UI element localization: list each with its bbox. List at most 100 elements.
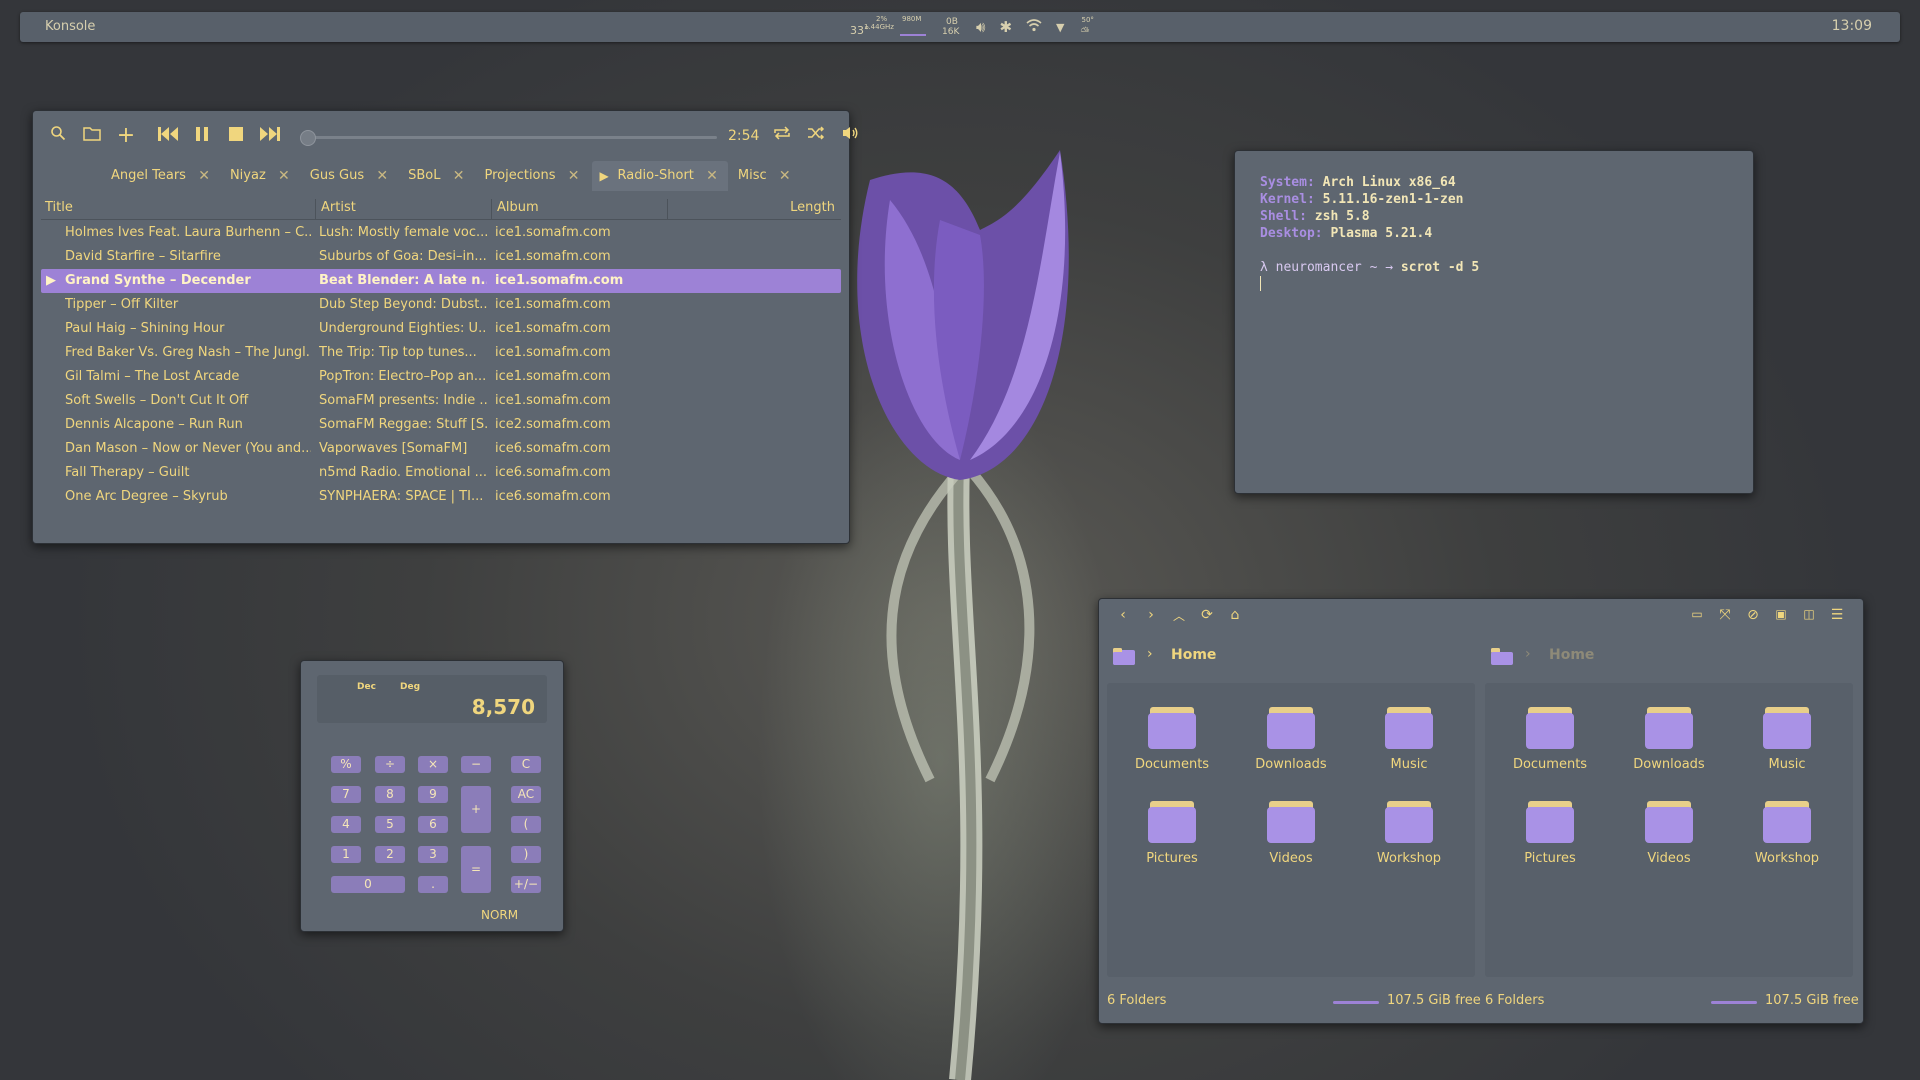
folder-workshop[interactable]: Workshop (1732, 791, 1842, 871)
column-header-album[interactable]: Album (497, 200, 539, 215)
folder-videos[interactable]: Videos (1236, 791, 1346, 871)
tab-projections[interactable]: Projections ✕ (476, 161, 589, 191)
notation-mode[interactable]: NORM (481, 908, 518, 922)
table-row[interactable]: Soft Swells – Don't Cut It Off SomaFM pre… (41, 389, 841, 413)
close-icon[interactable]: ✕ (278, 161, 290, 191)
home-icon[interactable]: ⌂ (1225, 607, 1245, 623)
add-icon[interactable]: + (115, 125, 137, 147)
table-row[interactable]: Holmes Ives Feat. Laura Burhenn – C... Lu… (41, 221, 841, 245)
up-icon[interactable]: ︿ (1169, 607, 1189, 624)
column-divider[interactable] (491, 199, 492, 219)
breadcrumb-home[interactable]: Home (1171, 647, 1216, 663)
open-folder-icon[interactable] (81, 125, 103, 147)
network-widget[interactable]: 0B 16K (942, 14, 962, 40)
add-button[interactable]: + (461, 786, 491, 833)
active-window-title[interactable]: Konsole (45, 19, 95, 34)
table-row[interactable]: Fall Therapy – Guilt n5md Radio. Emotiona… (41, 461, 841, 485)
multiply-button[interactable]: × (418, 756, 448, 773)
table-row[interactable]: Gil Talmi – The Lost Arcade PopTron: Elec… (41, 365, 841, 389)
digit-9-button[interactable]: 9 (418, 786, 448, 803)
close-icon[interactable]: ✕ (706, 161, 718, 191)
table-row[interactable]: David Starfire – Sitarfire Suburbs of Goa… (41, 245, 841, 269)
folder-documents[interactable]: Documents (1117, 697, 1227, 777)
all-clear-button[interactable]: AC (511, 786, 541, 803)
digit-2-button[interactable]: 2 (375, 846, 405, 863)
digit-7-button[interactable]: 7 (331, 786, 361, 803)
table-row[interactable]: Dan Mason – Now or Never (You and... Vapo… (41, 437, 841, 461)
close-icon[interactable]: ✕ (453, 161, 465, 191)
negate-button[interactable]: +/− (511, 876, 541, 893)
digit-1-button[interactable]: 1 (331, 846, 361, 863)
stop-icon[interactable] (225, 125, 247, 147)
digit-4-button[interactable]: 4 (331, 816, 361, 833)
hidden-files-icon[interactable]: ⊘ (1743, 607, 1763, 623)
tab-gus-gus[interactable]: Gus Gus ✕ (302, 161, 398, 191)
split-view-icon[interactable]: ◫ (1799, 607, 1819, 621)
volume-icon[interactable]: 🔊︎ (976, 18, 985, 36)
decimal-button[interactable]: . (418, 876, 448, 893)
column-header-length[interactable]: Length (790, 200, 835, 215)
breadcrumb-home[interactable]: Home (1549, 647, 1594, 663)
close-icon[interactable]: ✕ (779, 161, 791, 191)
folder-music[interactable]: Music (1354, 697, 1464, 777)
folder-downloads[interactable]: Downloads (1614, 697, 1724, 777)
hamburger-menu-icon[interactable]: ☰ (1827, 607, 1847, 623)
clear-button[interactable]: C (511, 756, 541, 773)
reload-icon[interactable]: ⟳ (1197, 607, 1217, 623)
search-icon[interactable] (47, 125, 69, 147)
table-row[interactable]: One Arc Degree – Skyrub SYNPHAERA: SPACE … (41, 485, 841, 509)
divide-button[interactable]: ÷ (375, 756, 405, 773)
fullscreen-icon[interactable]: ⤧ (1715, 607, 1735, 623)
clock[interactable]: 13:09 (1832, 18, 1872, 34)
folder-downloads[interactable]: Downloads (1236, 697, 1346, 777)
table-row[interactable]: Tipper – Off Kilter Dub Step Beyond: Dubs… (41, 293, 841, 317)
tab-radio-short[interactable]: ▶ Radio-Short ✕ (591, 161, 728, 191)
column-header-title[interactable]: Title (45, 200, 73, 215)
weather-widget[interactable]: 50° ⛅︎ (1079, 14, 1099, 40)
previous-track-icon[interactable] (157, 125, 179, 147)
next-track-icon[interactable] (259, 125, 281, 147)
wifi-icon[interactable] (1026, 18, 1042, 36)
shuffle-icon[interactable] (805, 125, 827, 147)
folder-music[interactable]: Music (1732, 697, 1842, 777)
pause-icon[interactable] (191, 125, 213, 147)
back-icon[interactable]: ‹ (1113, 607, 1133, 623)
table-row[interactable]: Fred Baker Vs. Greg Nash – The Jungl... T… (41, 341, 841, 365)
left-pane[interactable]: Documents Downloads Music Pictures Video… (1107, 683, 1475, 977)
column-divider[interactable] (667, 199, 668, 219)
digit-8-button[interactable]: 8 (375, 786, 405, 803)
digit-3-button[interactable]: 3 (418, 846, 448, 863)
input-line[interactable] (1260, 276, 1479, 296)
close-icon[interactable]: ✕ (568, 161, 580, 191)
percent-button[interactable]: % (331, 756, 361, 773)
new-folder-icon[interactable]: ▭ (1687, 607, 1707, 621)
folder-workshop[interactable]: Workshop (1354, 791, 1464, 871)
preview-icon[interactable]: ▣ (1771, 607, 1791, 621)
digit-5-button[interactable]: 5 (375, 816, 405, 833)
seek-slider-track[interactable] (305, 136, 717, 139)
repeat-icon[interactable] (771, 125, 793, 147)
terminal-window[interactable]: System: Arch Linux x86_64 Kernel: 5.11.1… (1234, 150, 1754, 494)
table-row[interactable]: Paul Haig – Shining Hour Underground Eigh… (41, 317, 841, 341)
folder-pictures[interactable]: Pictures (1117, 791, 1227, 871)
close-icon[interactable]: ✕ (376, 161, 388, 191)
volume-icon[interactable] (839, 125, 861, 147)
column-divider[interactable] (315, 199, 316, 219)
seek-slider-handle[interactable] (300, 130, 316, 146)
tab-angel-tears[interactable]: Angel Tears ✕ (103, 161, 220, 191)
tab-niyaz[interactable]: Niyaz ✕ (222, 161, 300, 191)
right-pane[interactable]: Documents Downloads Music Pictures Video… (1485, 683, 1853, 977)
open-paren-button[interactable]: ( (511, 816, 541, 833)
chevron-down-icon[interactable]: ▼ (1056, 21, 1064, 34)
memory-widget[interactable]: 980M (898, 14, 928, 40)
tab-sbol[interactable]: SBoL ✕ (400, 161, 474, 191)
subtract-button[interactable]: − (461, 756, 491, 773)
folder-videos[interactable]: Videos (1614, 791, 1724, 871)
equals-button[interactable]: = (461, 846, 491, 893)
table-row[interactable]: Dennis Alcapone – Run Run SomaFM Reggae: … (41, 413, 841, 437)
table-row-playing[interactable]: ▶ Grand Synthe – Decender Beat Blender: A … (41, 269, 841, 293)
digit-0-button[interactable]: 0 (331, 876, 405, 893)
close-icon[interactable]: ✕ (198, 161, 210, 191)
temperature-widget[interactable]: 33° 2% 1.44GHz (850, 14, 894, 40)
forward-icon[interactable]: › (1141, 607, 1161, 623)
